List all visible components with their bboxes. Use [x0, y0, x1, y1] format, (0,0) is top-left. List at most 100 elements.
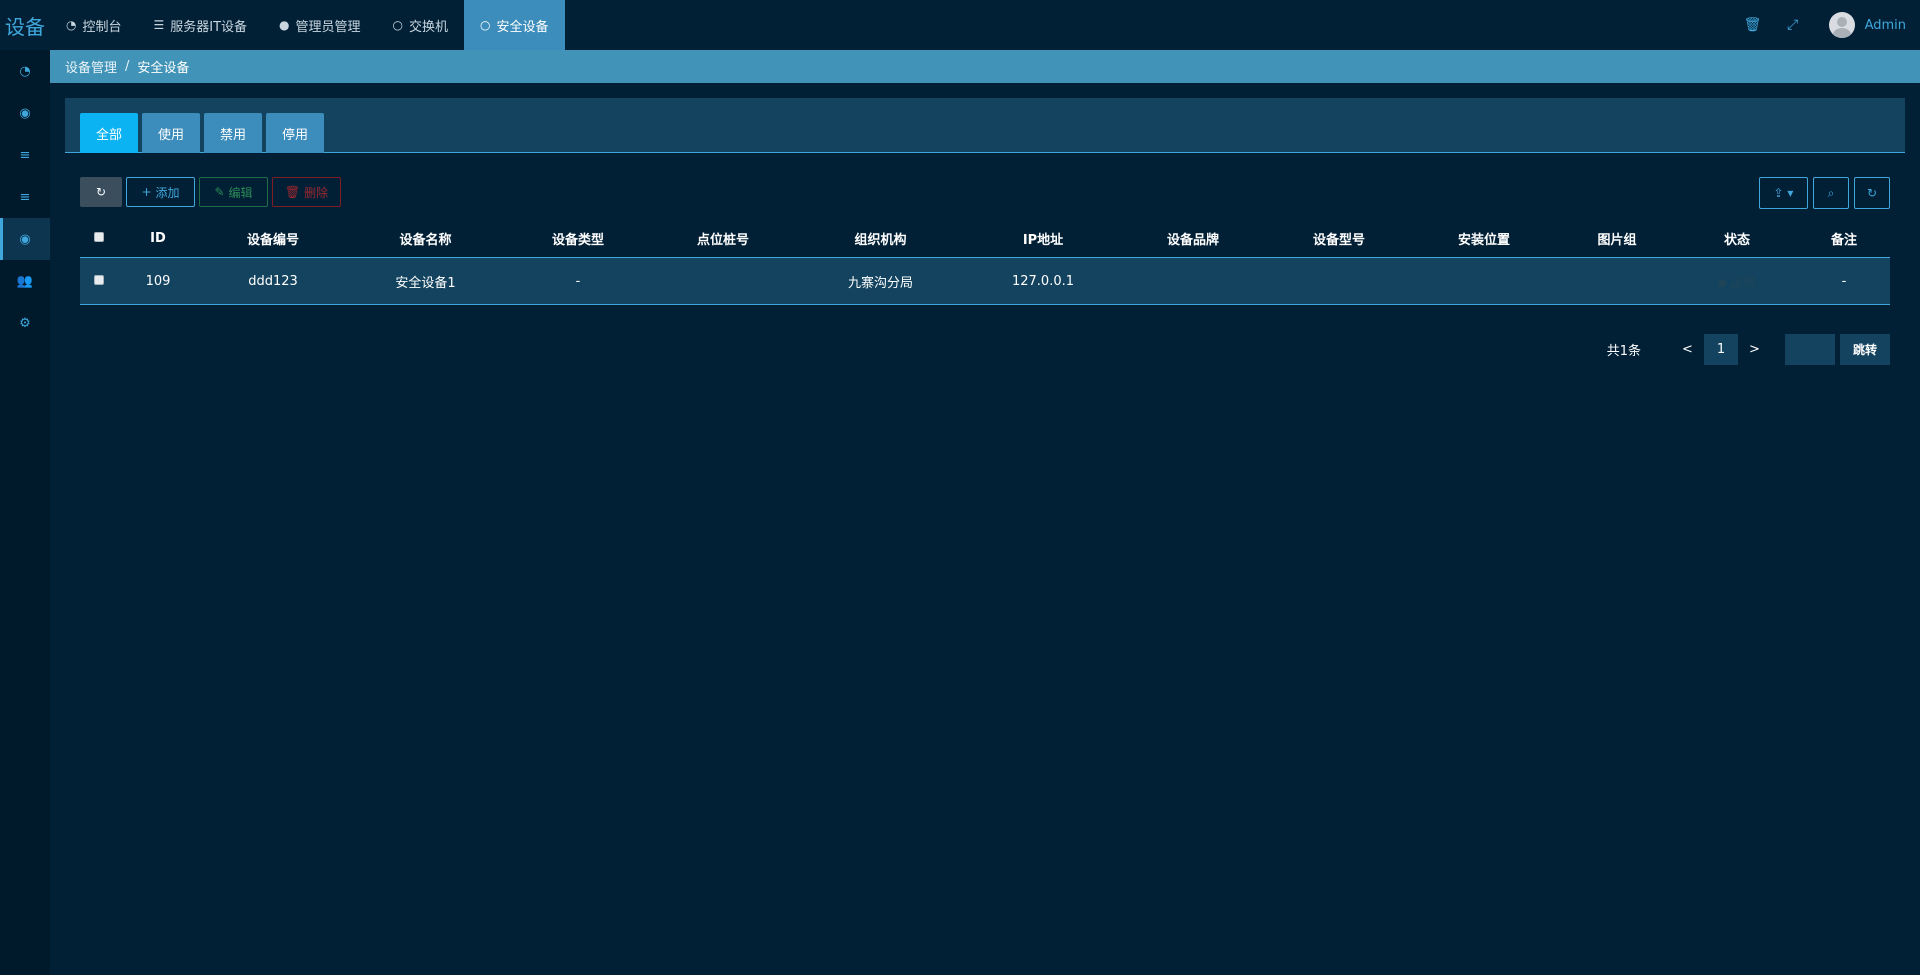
edit-label: 编辑 [228, 185, 253, 200]
add-button[interactable]: + 添加 [126, 177, 195, 207]
status-text: 正常 [1729, 275, 1756, 291]
cell-remark: - [1841, 273, 1847, 289]
sidebar-item-dashboard[interactable]: ◔ [0, 50, 50, 92]
table-row[interactable]: 109 ddd123 安全设备1 - 九寨沟分局 127.0.0.1 正常 - [80, 258, 1890, 305]
top-right-tools: 🗑 ⤢ Admin [1733, 0, 1920, 50]
user-name: Admin [1864, 17, 1906, 33]
dashboard-icon: ◔ [66, 18, 77, 32]
pagination: 共1条 < 1 > 跳转 [1607, 334, 1890, 365]
breadcrumb-current: 安全设备 [137, 61, 190, 76]
app-brand[interactable]: 设备 [0, 0, 50, 50]
select-all-cell [80, 231, 118, 246]
nav-item-server[interactable]: ☰ 服务器IT设备 [138, 0, 264, 50]
server-icon: ☰ [153, 18, 165, 32]
top-navbar: 设备 ◔ 控制台 ☰ 服务器IT设备 ● 管理员管理 ○ 交换机 ○ 安全设备 … [0, 0, 1920, 50]
col-header[interactable]: 设备名称 [348, 229, 503, 248]
breadcrumb: 设备管理 / 安全设备 [50, 50, 1920, 83]
avatar [1828, 12, 1855, 38]
sidebar-item-security[interactable]: ◉ [0, 218, 50, 260]
reload-button[interactable]: ↻ [1854, 177, 1890, 209]
nav-item-admin[interactable]: ● 管理员管理 [263, 0, 377, 50]
panel-header: 全部 使用 禁用 停用 [65, 98, 1905, 153]
nav-label: 管理员管理 [295, 19, 361, 35]
page-number-button[interactable]: 1 [1704, 334, 1738, 365]
plus-icon: + [141, 185, 152, 199]
pagination-total: 共1条 [1606, 344, 1641, 359]
col-header[interactable]: IP地址 [968, 229, 1118, 248]
next-page-button[interactable]: > [1738, 334, 1771, 365]
circle-icon: ○ [392, 18, 404, 32]
search-button[interactable]: ⌕ [1813, 177, 1849, 209]
trash-icon: 🗑 [284, 185, 301, 199]
circle-icon: ○ [480, 18, 491, 32]
table-header: ID 设备编号 设备名称 设备类型 点位桩号 组织机构 IP地址 设备品牌 设备… [80, 220, 1890, 258]
col-header[interactable]: ID [118, 231, 198, 246]
add-label: 添加 [155, 185, 180, 200]
eye-icon: ◉ [19, 231, 31, 247]
row-checkbox[interactable] [94, 274, 104, 285]
col-header[interactable]: 设备编号 [198, 229, 348, 248]
refresh-icon: ↻ [1866, 186, 1878, 200]
user-icon: ● [279, 18, 290, 32]
delete-label: 删除 [304, 185, 329, 200]
nav-item-switch[interactable]: ○ 交换机 [377, 0, 465, 50]
nav-label: 服务器IT设备 [170, 19, 248, 35]
sidebar-item-settings[interactable]: ⚙ [0, 302, 50, 344]
list-icon: ≡ [19, 147, 31, 163]
col-header[interactable]: 安装位置 [1410, 229, 1558, 248]
fullscreen-icon[interactable]: ⤢ [1773, 17, 1813, 33]
status-dot-icon [1717, 279, 1726, 287]
search-icon: ⌕ [1827, 185, 1835, 200]
export-icon: ⇪ ▾ [1773, 186, 1794, 200]
eye-icon: ◉ [19, 105, 31, 121]
cell-name: 安全设备1 [395, 275, 456, 291]
col-header[interactable]: 设备品牌 [1118, 229, 1268, 248]
delete-button[interactable]: 🗑 删除 [272, 177, 341, 207]
nav-label: 交换机 [409, 19, 449, 35]
top-nav: ◔ 控制台 ☰ 服务器IT设备 ● 管理员管理 ○ 交换机 ○ 安全设备 [50, 0, 565, 50]
cell-status: 正常 [1676, 272, 1798, 291]
nav-label: 安全设备 [496, 19, 549, 35]
nav-item-security[interactable]: ○ 安全设备 [464, 0, 565, 50]
sidebar-item-view[interactable]: ◉ [0, 92, 50, 134]
jump-button[interactable]: 跳转 [1840, 334, 1890, 365]
toolbar: ↻ + 添加 ✎ 编辑 🗑 删除 [80, 177, 341, 207]
tab-in-use[interactable]: 使用 [142, 113, 201, 153]
sidebar-item-list[interactable]: ≡ [0, 134, 50, 176]
refresh-button[interactable]: ↻ [80, 177, 122, 207]
col-header[interactable]: 设备型号 [1268, 229, 1410, 248]
sidebar-item-users[interactable]: 👥 [0, 260, 50, 302]
edit-button[interactable]: ✎ 编辑 [199, 177, 268, 207]
nav-label: 控制台 [82, 19, 122, 35]
col-header[interactable]: 点位桩号 [653, 229, 793, 248]
page-jump-input[interactable] [1785, 334, 1835, 365]
trash-icon[interactable]: 🗑 [1733, 17, 1773, 33]
refresh-icon: ↻ [95, 185, 107, 199]
col-header[interactable]: 状态 [1676, 229, 1798, 248]
breadcrumb-parent[interactable]: 设备管理 [65, 57, 117, 76]
nav-item-dashboard[interactable]: ◔ 控制台 [50, 0, 138, 50]
tab-disabled[interactable]: 禁用 [204, 113, 263, 153]
toolbar-right: ⇪ ▾ ⌕ ↻ [1759, 177, 1890, 209]
select-all-checkbox[interactable] [94, 232, 104, 242]
cell-org: 九寨沟分局 [847, 275, 913, 291]
status-tabs: 全部 使用 禁用 停用 [80, 113, 325, 153]
col-header[interactable]: 备注 [1798, 229, 1890, 248]
col-header[interactable]: 图片组 [1558, 229, 1676, 248]
breadcrumb-separator: / [125, 59, 130, 74]
dashboard-icon: ◔ [19, 63, 31, 79]
users-icon: 👥 [16, 273, 34, 289]
user-menu[interactable]: Admin [1813, 12, 1920, 38]
cell-ip: 127.0.0.1 [1011, 273, 1075, 289]
tab-stopped[interactable]: 停用 [266, 113, 325, 153]
sidebar-item-list-2[interactable]: ≡ [0, 176, 50, 218]
col-header[interactable]: 设备类型 [503, 229, 653, 248]
export-button[interactable]: ⇪ ▾ [1759, 177, 1808, 209]
device-table: ID 设备编号 设备名称 设备类型 点位桩号 组织机构 IP地址 设备品牌 设备… [80, 220, 1890, 305]
prev-page-button[interactable]: < [1671, 334, 1704, 365]
col-header[interactable]: 组织机构 [793, 229, 968, 248]
pencil-icon: ✎ [214, 185, 225, 199]
row-select-cell [80, 274, 118, 289]
cell-type: - [575, 273, 581, 289]
tab-all[interactable]: 全部 [80, 113, 139, 153]
